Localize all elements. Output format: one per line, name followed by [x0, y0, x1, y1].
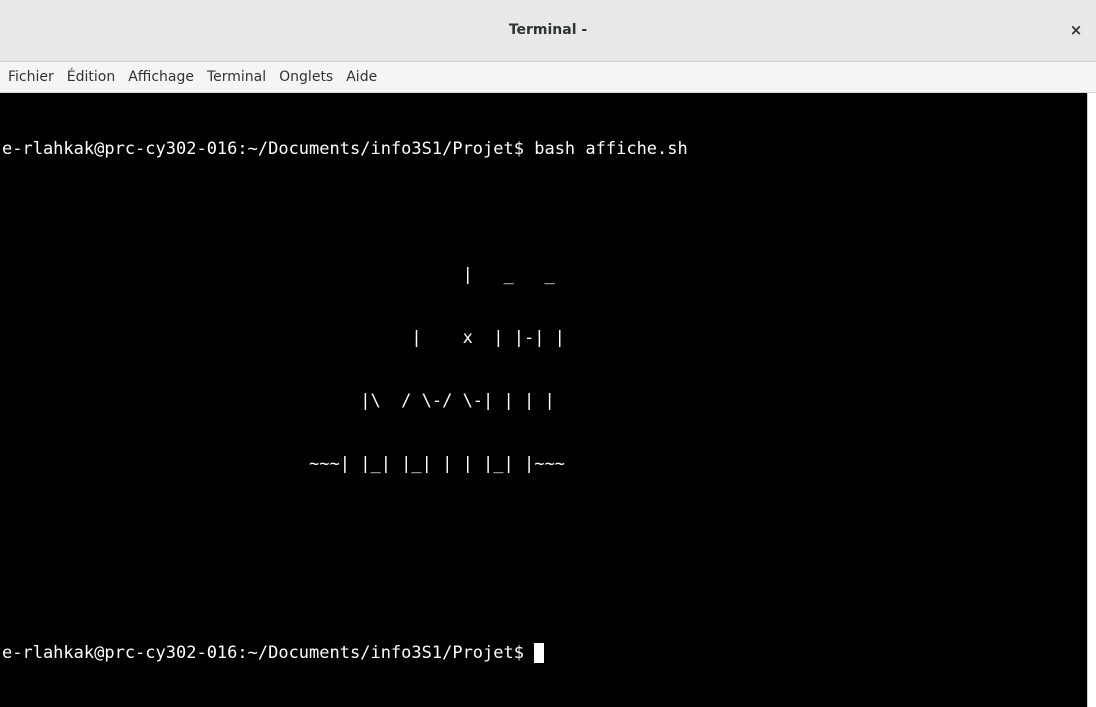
- menu-item-edition[interactable]: Édition: [61, 62, 122, 93]
- window-title: Terminal -: [508, 22, 588, 38]
- output-line: | x | |-| |: [2, 328, 565, 348]
- prompt: e-rlahkak@prc-cy302-016:~/Documents/info…: [2, 643, 535, 663]
- menu-item-fichier[interactable]: Fichier: [2, 62, 61, 93]
- output-line: | _ _: [2, 265, 555, 285]
- input-line[interactable]: e-rlahkak@prc-cy302-016:~/Documents/info…: [2, 643, 1087, 664]
- terminal-output[interactable]: e-rlahkak@prc-cy302-016:~/Documents/info…: [0, 93, 1087, 707]
- menu-item-onglets[interactable]: Onglets: [273, 62, 340, 93]
- output-line: ~~~| |_| |_| | | |_| |~~~: [2, 454, 565, 474]
- command-line: e-rlahkak@prc-cy302-016:~/Documents/info…: [2, 139, 1087, 160]
- text-cursor: [534, 643, 545, 663]
- title-bar[interactable]: Terminal - ×: [0, 0, 1096, 62]
- menu-item-terminal[interactable]: Terminal: [201, 62, 273, 93]
- menu-bar: Fichier Édition Affichage Terminal Ongle…: [0, 62, 1096, 93]
- close-button[interactable]: ×: [1066, 20, 1086, 40]
- prompt: e-rlahkak@prc-cy302-016:~/Documents/info…: [2, 139, 535, 159]
- vertical-scrollbar[interactable]: [1087, 93, 1096, 707]
- menu-item-aide[interactable]: Aide: [340, 62, 384, 93]
- terminal-window: Terminal - × Fichier Édition Affichage T…: [0, 0, 1096, 707]
- command-text: bash affiche.sh: [534, 139, 688, 159]
- output-line: |\ / \-/ \-| | | |: [2, 391, 555, 411]
- menu-item-affichage[interactable]: Affichage: [122, 62, 201, 93]
